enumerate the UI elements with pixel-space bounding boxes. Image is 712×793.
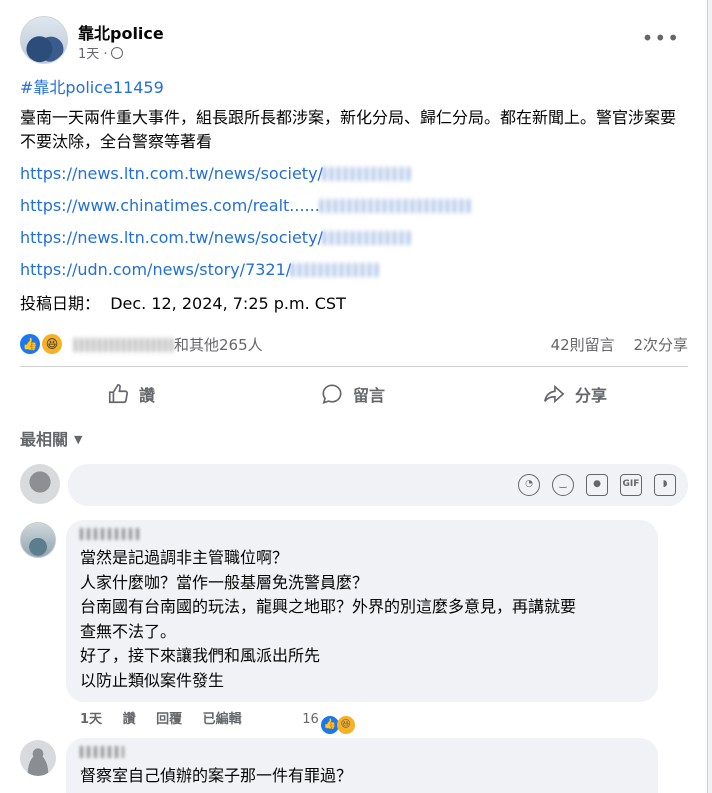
reaction-bar: 👍 😆 和其他265人 42則留言 2次分享 xyxy=(20,332,690,358)
post-card: 靠北police 1天 · ••• #靠北police11459 臺南一天兩件重… xyxy=(0,0,708,793)
news-link-2[interactable]: https://www.chinatimes.com/realt...... xyxy=(20,194,690,218)
caret-down-icon: ▼ xyxy=(74,433,83,446)
comment-button[interactable]: 留言 xyxy=(242,372,464,416)
comment-actions: 1天 讚 回覆 已編輯 16 👍 😆 xyxy=(80,708,371,734)
news-link-4[interactable]: https://udn.com/news/story/7321/ xyxy=(20,258,690,282)
thumbs-up-icon xyxy=(108,384,128,404)
post-body: #靠北police11459 臺南一天兩件重大事件，組長跟所長都涉案，新化分局、… xyxy=(20,76,690,316)
commenter-avatar[interactable] xyxy=(20,522,56,558)
comment-line: 查無不法了。 xyxy=(80,621,177,641)
news-link-3[interactable]: https://news.ltn.com.tw/news/society/ xyxy=(20,226,690,250)
current-user-avatar xyxy=(20,464,60,504)
post-meta: 1天 · xyxy=(78,43,123,62)
composer-tools: ◔ ‿ ● GIF ◗ xyxy=(518,474,676,496)
avatar-sticker-icon[interactable]: ◔ xyxy=(518,474,540,496)
comment-reaction-count[interactable]: 16 xyxy=(302,712,319,727)
page-avatar[interactable] xyxy=(20,16,68,64)
link-text[interactable]: https://news.ltn.com.tw/news/society/ xyxy=(20,164,323,183)
comment-input[interactable]: ◔ ‿ ● GIF ◗ xyxy=(68,464,688,506)
post-text: 臺南一天兩件重大事件，組長跟所長都涉案，新化分局、歸仁分局。都在新聞上。警官涉案… xyxy=(20,108,677,151)
post-header: 靠北police 1天 · ••• xyxy=(20,16,690,66)
like-reaction-icon[interactable]: 👍 xyxy=(20,334,40,354)
link-text[interactable]: https://www.chinatimes.com/realt...... xyxy=(20,196,320,215)
redacted-text xyxy=(291,263,382,277)
sticker-icon[interactable]: ◗ xyxy=(654,474,676,496)
hashtag-link[interactable]: #靠北police11459 xyxy=(20,76,690,100)
comment-line: 人家什麼咖？當作一般基層免洗警員麼？ xyxy=(80,572,369,592)
comment-line: 台南國有台南國的玩法，龍興之地耶？外界的別這麼多意見，再講就要 xyxy=(80,597,577,617)
haha-reaction-icon[interactable]: 😆 xyxy=(336,716,355,734)
post-stats: 42則留言 2次分享 xyxy=(537,334,688,355)
comment-bubble-icon xyxy=(322,384,342,404)
redacted-names xyxy=(74,338,174,352)
smiley-icon[interactable]: ‿ xyxy=(552,474,574,496)
comment-line: 督察室自己偵辦的案子那一件有罪過？ xyxy=(80,766,353,785)
more-options-icon[interactable]: ••• xyxy=(642,26,680,50)
date-label: 投稿日期： xyxy=(20,294,101,313)
news-link-1[interactable]: https://news.ltn.com.tw/news/society/ xyxy=(20,162,690,186)
share-count[interactable]: 2次分享 xyxy=(633,336,688,354)
haha-reaction-icon[interactable]: 😆 xyxy=(42,334,62,354)
like-button[interactable]: 讚 xyxy=(20,372,242,416)
divider xyxy=(20,366,688,367)
gif-icon[interactable]: GIF xyxy=(620,474,642,496)
redacted-text xyxy=(322,231,413,245)
camera-icon[interactable]: ● xyxy=(586,474,608,496)
comment-label: 留言 xyxy=(352,386,385,405)
comment-line: 當然是記過調非主管職位啊？ xyxy=(80,548,289,567)
commenter-avatar[interactable] xyxy=(20,740,56,776)
share-button[interactable]: 分享 xyxy=(464,372,686,416)
comment-bubble: 督察室自己偵辦的案子那一件有罪過？ xyxy=(66,738,658,793)
link-text[interactable]: https://news.ltn.com.tw/news/society/ xyxy=(20,228,323,247)
comment-bubble: 當然是記過調非主管職位啊？ 人家什麼咖？當作一般基層免洗警員麼？ 台南國有台南國… xyxy=(66,520,658,702)
sort-label: 最相關 xyxy=(20,430,69,449)
comment-edited-label[interactable]: 已編輯 xyxy=(203,712,242,727)
date-value: Dec. 12, 2024, 7:25 p.m. CST xyxy=(110,294,346,313)
redacted-text xyxy=(319,199,470,213)
redacted-text xyxy=(322,167,413,181)
reaction-count-text[interactable]: 和其他265人 xyxy=(174,336,263,354)
comment-line: 好了，接下來讓我們和風派出所先 xyxy=(80,646,321,666)
link-text[interactable]: https://udn.com/news/story/7321/ xyxy=(20,260,291,279)
comment-time[interactable]: 1天 xyxy=(80,712,102,727)
comment-reply-button[interactable]: 回覆 xyxy=(156,712,182,727)
share-label: 分享 xyxy=(574,386,607,405)
comment-sort-dropdown[interactable]: 最相關 ▼ xyxy=(20,426,82,450)
post-date: 投稿日期： Dec. 12, 2024, 7:25 p.m. CST xyxy=(20,292,690,316)
post-time[interactable]: 1天 xyxy=(78,47,99,62)
page-name[interactable]: 靠北police xyxy=(78,20,164,44)
globe-icon xyxy=(110,47,123,59)
reaction-names[interactable]: 和其他265人 xyxy=(74,334,263,355)
redacted-author-name[interactable] xyxy=(80,746,124,758)
comment-count[interactable]: 42則留言 xyxy=(551,336,615,354)
comment-like-button[interactable]: 讚 xyxy=(123,712,136,727)
action-bar: 讚 留言 分享 xyxy=(20,372,688,416)
redacted-author-name[interactable] xyxy=(80,528,140,540)
like-label: 讚 xyxy=(138,386,155,405)
comment-line: 以防止類似案件發生 xyxy=(80,670,225,690)
share-arrow-icon xyxy=(544,384,565,404)
